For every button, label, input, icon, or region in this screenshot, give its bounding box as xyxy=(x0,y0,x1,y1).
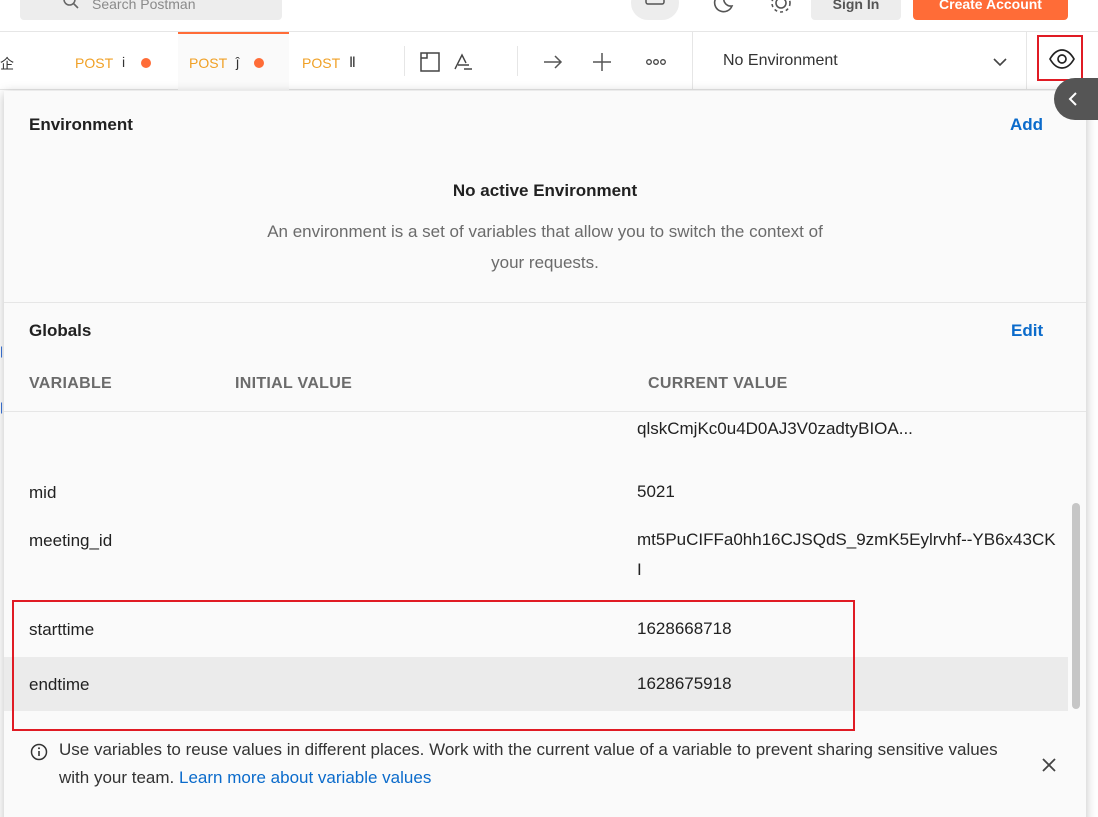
search-placeholder: Search Postman xyxy=(92,0,196,12)
learn-more-link[interactable]: Learn more about variable values xyxy=(179,768,431,787)
more-icon[interactable] xyxy=(645,51,667,73)
satellite-icon xyxy=(645,0,665,5)
chevron-left-icon xyxy=(1068,92,1077,106)
tab-name: ĵ xyxy=(236,54,240,70)
variable-current-value: 5021 xyxy=(637,482,675,501)
variable-name: mid xyxy=(29,483,57,502)
arrow-right-icon[interactable] xyxy=(542,51,564,73)
chevron-down-icon xyxy=(993,58,1007,67)
tab-divider xyxy=(1026,32,1027,90)
edit-globals-link[interactable]: Edit xyxy=(1011,321,1043,341)
variables-info-banner: Use variables to reuse values in differe… xyxy=(4,730,1086,817)
environment-section-title: Environment xyxy=(29,115,133,134)
sidebar-fragment: | xyxy=(0,344,4,358)
variable-current-value: qlskCmjKc0u4D0AJ3V0zadtyBIOA... xyxy=(637,419,913,438)
variable-current-value: 1628668718 xyxy=(637,619,732,638)
table-row[interactable]: mid 5021 xyxy=(4,467,1068,517)
tab-name: Ⅱ xyxy=(349,54,356,70)
globals-section-title: Globals xyxy=(29,321,92,340)
variable-current-value: 1628675918 xyxy=(637,674,732,693)
moon-icon[interactable] xyxy=(710,0,736,16)
variable-name: endtime xyxy=(29,675,90,694)
info-text: Use variables to reuse values in differe… xyxy=(59,736,1019,792)
unsaved-dot-icon xyxy=(141,58,151,68)
sidebar-fragment: | xyxy=(0,400,4,414)
column-header-variable: VARIABLE xyxy=(29,375,112,392)
column-header-initial-value: INITIAL VALUE xyxy=(235,375,353,392)
request-tab-bar: 企 POST і POST ĵ POST Ⅱ No Environment xyxy=(0,32,1098,90)
scrollbar-thumb[interactable] xyxy=(1072,503,1080,709)
capture-button[interactable] xyxy=(631,0,679,20)
postman-window: Search Postman Sign In Create Account 企 … xyxy=(0,0,1098,817)
globals-scrollbar[interactable] xyxy=(1070,417,1080,711)
tab-divider xyxy=(692,32,693,90)
tab-name: і xyxy=(122,54,126,70)
environment-quick-look-button[interactable] xyxy=(1037,35,1083,81)
unsaved-dot-icon xyxy=(254,58,264,68)
add-environment-link[interactable]: Add xyxy=(1010,115,1043,135)
document-icon[interactable] xyxy=(419,51,441,73)
info-icon xyxy=(30,743,48,761)
cloud-draft-icon[interactable] xyxy=(452,51,474,73)
gear-icon[interactable] xyxy=(768,0,794,16)
tab-glyph: 企 xyxy=(0,56,14,72)
collapse-panel-button[interactable] xyxy=(1054,78,1098,120)
table-row[interactable]: endtime 1628675918 xyxy=(4,657,1068,711)
column-header-current-value: CURRENT VALUE xyxy=(648,375,788,392)
search-icon xyxy=(63,0,79,9)
variable-name: starttime xyxy=(29,620,95,639)
table-row[interactable]: meeting_id mt5PuCIFFa0hh16CJSQdS_9zmK5Ey… xyxy=(4,517,1068,602)
environment-select-value: No Environment xyxy=(723,52,838,69)
environment-quick-look-panel: Environment Add No active Environment An… xyxy=(4,91,1086,817)
environment-select[interactable]: No Environment xyxy=(694,32,1026,90)
app-header: Search Postman Sign In Create Account xyxy=(0,0,1098,32)
plus-icon[interactable] xyxy=(591,51,613,73)
tab-method: POST xyxy=(302,55,341,71)
globals-table[interactable]: qlskCmjKc0u4D0AJ3V0zadtyBIOA... mid 5021… xyxy=(4,412,1068,717)
create-account-button[interactable]: Create Account xyxy=(913,0,1068,20)
no-environment-description: An environment is a set of variables tha… xyxy=(267,222,823,272)
tab-method: POST xyxy=(189,55,228,71)
table-row[interactable]: starttime 1628668718 xyxy=(4,602,1068,657)
variable-name: meeting_id xyxy=(29,531,113,550)
search-input[interactable]: Search Postman xyxy=(20,0,282,20)
request-tab-2[interactable]: POST ĵ xyxy=(178,32,289,90)
table-row[interactable]: qlskCmjKc0u4D0AJ3V0zadtyBIOA... xyxy=(4,412,1068,467)
tab-divider xyxy=(517,46,518,76)
tab-divider xyxy=(404,46,405,76)
tab-method: POST xyxy=(75,55,114,71)
eye-icon xyxy=(1049,49,1075,69)
close-icon[interactable] xyxy=(1040,756,1058,774)
request-tab-1[interactable]: POST і xyxy=(62,32,177,90)
no-environment-title: No active Environment xyxy=(452,181,638,200)
sign-in-button[interactable]: Sign In xyxy=(811,0,901,20)
variable-current-value: mt5PuCIFFa0hh16CJSQdS_9zmK5Eylrvhf--YB6x… xyxy=(637,530,1056,579)
section-divider xyxy=(4,302,1086,303)
request-tab-partial[interactable]: 企 xyxy=(0,32,60,90)
request-tab-3[interactable]: POST Ⅱ xyxy=(290,32,402,90)
